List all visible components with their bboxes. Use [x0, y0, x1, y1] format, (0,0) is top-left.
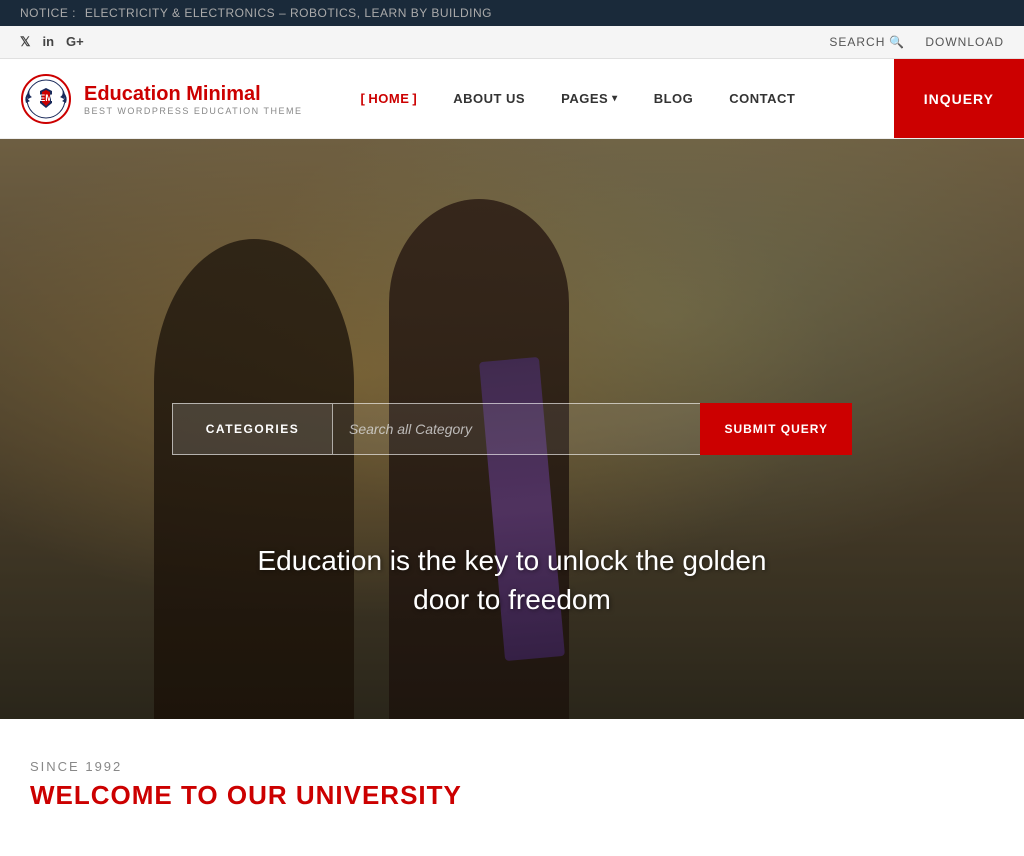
- nav-item-blog[interactable]: BLOG: [636, 59, 712, 138]
- welcome-title: WELCOME TO OUR UNIVERSITY: [30, 780, 994, 811]
- logo-text: Education Minimal BEST WORDPRESS EDUCATI…: [84, 82, 303, 116]
- logo-area: EM Education Minimal BEST WORDPRESS EDUC…: [0, 73, 323, 125]
- social-icons: 𝕏 in G+: [20, 34, 84, 50]
- since-section: SINCE 1992 WELCOME TO OUR UNIVERSITY: [0, 719, 1024, 831]
- nav: HOME ABOUT US PAGES ▾ BLOG CONTACT: [323, 59, 894, 138]
- social-right: SEARCH 🔍 DOWNLOAD: [829, 35, 1004, 49]
- hero-tagline: Education is the key to unlock the golde…: [232, 541, 792, 619]
- googleplus-icon[interactable]: G+: [66, 34, 84, 50]
- social-bar: 𝕏 in G+ SEARCH 🔍 DOWNLOAD: [0, 26, 1024, 59]
- linkedin-icon[interactable]: in: [42, 34, 54, 50]
- search-input[interactable]: [332, 403, 700, 455]
- logo-name: Education Minimal: [84, 82, 303, 106]
- hero-search-bar: CATEGORIES SUBMIT QUERY: [172, 403, 852, 455]
- hero-tagline-text: Education is the key to unlock the golde…: [232, 541, 792, 619]
- notice-prefix: NOTICE :: [20, 6, 76, 20]
- inquiry-button[interactable]: INQUERY: [894, 59, 1024, 138]
- submit-query-button[interactable]: SUBMIT QUERY: [700, 403, 852, 455]
- twitter-icon[interactable]: 𝕏: [20, 34, 30, 50]
- nav-item-about[interactable]: ABOUT US: [435, 59, 543, 138]
- notice-text: ELECTRICITY & ELECTRONICS – ROBOTICS, LE…: [85, 6, 492, 20]
- notice-bar: NOTICE : ELECTRICITY & ELECTRONICS – ROB…: [0, 0, 1024, 26]
- search-label: SEARCH: [829, 35, 885, 49]
- nav-item-pages[interactable]: PAGES ▾: [543, 59, 636, 138]
- svg-text:EM: EM: [39, 93, 53, 103]
- header: EM Education Minimal BEST WORDPRESS EDUC…: [0, 59, 1024, 139]
- search-icon: 🔍: [889, 35, 905, 49]
- nav-item-home[interactable]: HOME: [343, 59, 436, 138]
- categories-button[interactable]: CATEGORIES: [172, 403, 332, 455]
- logo-emblem: EM: [20, 73, 72, 125]
- hero-section: CATEGORIES SUBMIT QUERY Education is the…: [0, 139, 1024, 719]
- logo-tagline: BEST WORDPRESS EDUCATION THEME: [84, 106, 303, 116]
- search-link[interactable]: SEARCH 🔍: [829, 35, 905, 49]
- download-link[interactable]: DOWNLOAD: [925, 35, 1004, 49]
- since-label: SINCE 1992: [30, 759, 994, 774]
- nav-item-contact[interactable]: CONTACT: [711, 59, 813, 138]
- pages-chevron-icon: ▾: [612, 93, 618, 104]
